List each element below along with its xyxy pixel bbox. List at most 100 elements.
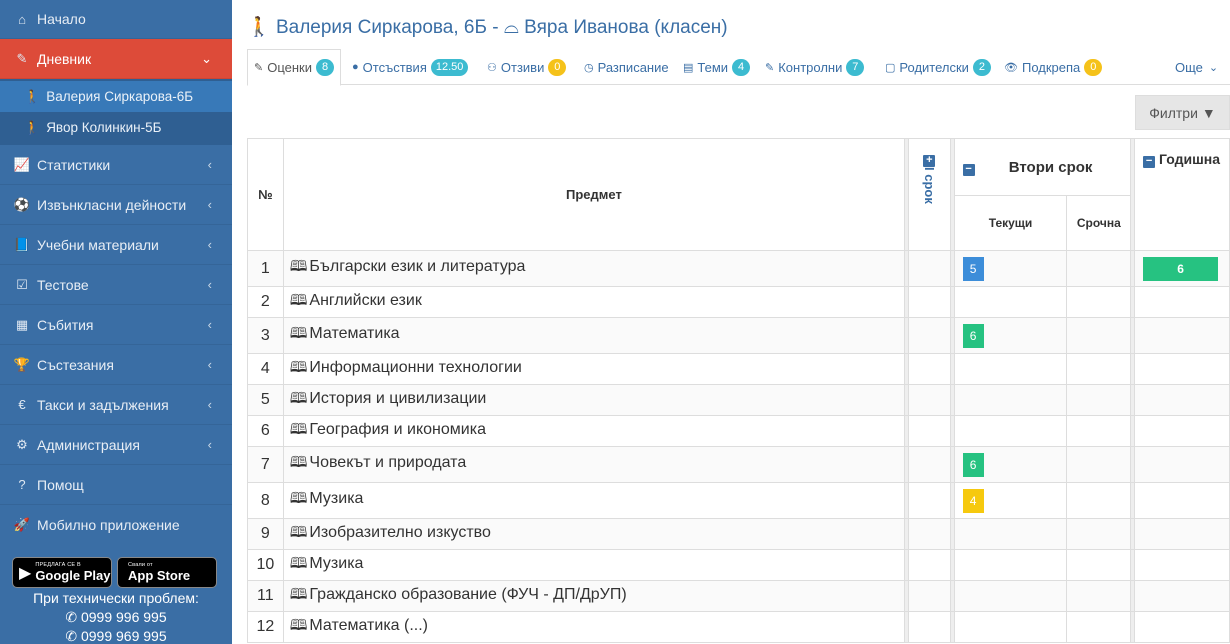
term2-label: Втори срок <box>1008 158 1093 176</box>
subject-name: Изобразително изкуство <box>309 523 491 541</box>
current-grades-cell: 5 <box>953 250 1068 287</box>
subject-cell: 🕮 Английски език <box>282 286 906 318</box>
subject-name: Английски език <box>309 291 422 309</box>
euro-icon: € <box>18 397 26 412</box>
collapse-icon[interactable]: − <box>962 163 975 176</box>
current-grades-cell: 6 <box>953 446 1068 483</box>
app-store-button[interactable]: Свали от App Store <box>117 557 217 588</box>
chevron-left-icon: ‹ <box>207 197 212 212</box>
tab-badge: 8 <box>316 59 334 76</box>
subject-cell: 🕮 Математика (...) <box>282 611 906 643</box>
sidebar-item-label: Статистики <box>37 156 111 173</box>
yearly-cell <box>1134 611 1230 643</box>
tab-3[interactable]: ◷ Разписание <box>584 49 669 85</box>
sidebar-item-home[interactable]: ⌂ Начало <box>0 0 232 39</box>
sidebar-item-euro[interactable]: € Такси и задължения ‹ <box>0 385 232 425</box>
chevron-left-icon: ‹ <box>207 397 212 412</box>
current-grades-cell <box>953 549 1068 581</box>
collapse-icon[interactable]: − <box>1143 156 1156 168</box>
yearly-cell <box>1134 549 1230 581</box>
tab-7[interactable]: 👁 Подкрепа 0 <box>1004 49 1103 85</box>
tab-6[interactable]: ▢ Родителски 2 <box>885 49 991 85</box>
tab-badge: 2 <box>972 58 991 76</box>
grade-badge[interactable]: 4 <box>962 488 984 513</box>
subject-name: География и икономика <box>309 420 486 438</box>
term1-cell <box>908 353 951 385</box>
tech-support-label: При технически проблем: <box>33 590 199 606</box>
tab-5[interactable]: ✎ Контролни 7 <box>765 49 865 85</box>
term2-header[interactable]: − Втори срок <box>953 138 1132 196</box>
yearly-cell <box>1134 580 1230 612</box>
sidebar-item-trophy[interactable]: 🏆 Състезания ‹ <box>0 345 232 385</box>
subject-name: Гражданско образование (ФУЧ - ДП/ДрУП) <box>309 585 627 603</box>
subject-name: Български език и литература <box>309 258 526 275</box>
tech-support: При технически проблем: ✆ 0999 996 995 ✆… <box>0 589 232 644</box>
google-play-button[interactable]: ▶ ПРЕДЛАГА СЕ В Google Play <box>12 557 112 588</box>
current-header: Текущи <box>953 195 1068 251</box>
row-number: 6 <box>247 415 284 447</box>
current-grades-cell: 4 <box>953 482 1068 519</box>
chevron-left-icon: ‹ <box>207 437 212 452</box>
app-store-big: App Store <box>128 567 191 583</box>
term1-header[interactable]: + I срок <box>908 138 951 251</box>
sidebar-item-rocket[interactable]: 🚀 Мобилно приложение <box>0 505 232 545</box>
row-number: 8 <box>247 482 284 519</box>
row-number: 7 <box>247 446 284 483</box>
sidebar-item-calendar[interactable]: ▦ Събития ‹ <box>0 305 232 345</box>
tab-1[interactable]: ● Отсъствия 12.50 <box>352 49 469 85</box>
person-icon: 🚶 <box>247 17 271 38</box>
subject-cell: 🕮 История и цивилизации <box>282 384 906 416</box>
tab-label: Теми <box>697 59 729 75</box>
book-icon: 🕮 <box>289 523 308 541</box>
filter-icon: ▼ <box>1201 104 1216 121</box>
table-row: 10 🕮 Музика <box>247 549 1230 581</box>
title-teacher[interactable]: Вяра Иванова (класен) <box>524 17 727 38</box>
term-grade-cell <box>1066 580 1132 612</box>
yearly-cell <box>1134 518 1230 550</box>
yearly-cell <box>1134 415 1230 447</box>
phone-link-0[interactable]: ✆ 0999 996 995 <box>0 608 232 627</box>
calendar-icon: ▢ <box>885 61 896 74</box>
tab-0[interactable]: ✎ Оценки 8 <box>247 49 341 86</box>
tab-badge: 4 <box>732 58 751 76</box>
tab-8[interactable]: Още ⌄ <box>1175 49 1222 85</box>
subject-name: Човекът и природата <box>309 454 467 471</box>
sidebar-item-cogs[interactable]: ⚙ Администрация ‹ <box>0 425 232 465</box>
term1-cell <box>908 518 951 550</box>
grade-badge[interactable]: 6 <box>962 323 984 348</box>
yearly-header[interactable]: − Годишна <box>1134 138 1230 251</box>
phone-link-1[interactable]: ✆ 0999 969 995 <box>0 627 232 644</box>
term-grade-cell <box>1066 286 1132 318</box>
filters-button[interactable]: Филтри ▼ <box>1135 95 1230 130</box>
grade-badge[interactable]: 6 <box>962 452 984 477</box>
google-play-icon: ▶ <box>19 564 32 582</box>
table-row: 4 🕮 Информационни технологии <box>247 353 1230 385</box>
sidebar-item-question[interactable]: ? Помощ <box>0 465 232 505</box>
sidebar-item-diary[interactable]: ✎ Дневник ⌄ <box>0 39 232 79</box>
tab-4[interactable]: ▤ Теми 4 <box>683 49 751 85</box>
table-row: 2 🕮 Английски език <box>247 286 1230 318</box>
term-grade-header: Срочна <box>1066 195 1132 251</box>
term-grade-cell <box>1066 482 1132 519</box>
sidebar-student-1[interactable]: 🚶 Явор Колинкин-5Б <box>0 112 232 143</box>
tab-badge: 0 <box>1084 58 1103 76</box>
tab-2[interactable]: ⚇ Отзиви 0 <box>487 49 567 85</box>
table-row: 12 🕮 Математика (...) <box>247 611 1230 643</box>
sidebar-item-checkbox[interactable]: ☑ Тестове ‹ <box>0 265 232 305</box>
grade-badge[interactable]: 5 <box>962 256 984 281</box>
sidebar-student-0[interactable]: 🚶 Валерия Сиркарова-6Б <box>0 81 232 112</box>
sidebar-item-ball[interactable]: ⚽ Извънкласни дейности ‹ <box>0 185 232 225</box>
term1-cell <box>908 580 951 612</box>
sidebar-item-book[interactable]: 📘 Учебни материали ‹ <box>0 225 232 265</box>
book-icon: 🕮 <box>289 585 308 603</box>
expand-icon[interactable]: + <box>923 155 936 167</box>
book-icon: 🕮 <box>289 325 308 342</box>
table-row: 9 🕮 Изобразително изкуство <box>247 518 1230 550</box>
yearly-grade-badge[interactable]: 6 <box>1143 256 1219 281</box>
book-icon: 🕮 <box>289 358 308 376</box>
sidebar-item-chart[interactable]: 📈 Статистики ‹ <box>0 145 232 185</box>
sidebar-item-label: Тестове <box>37 276 89 293</box>
rocket-icon: 🚀 <box>13 517 31 532</box>
subject-name: Информационни технологии <box>309 358 522 376</box>
tab-label: Оценки <box>267 60 312 75</box>
